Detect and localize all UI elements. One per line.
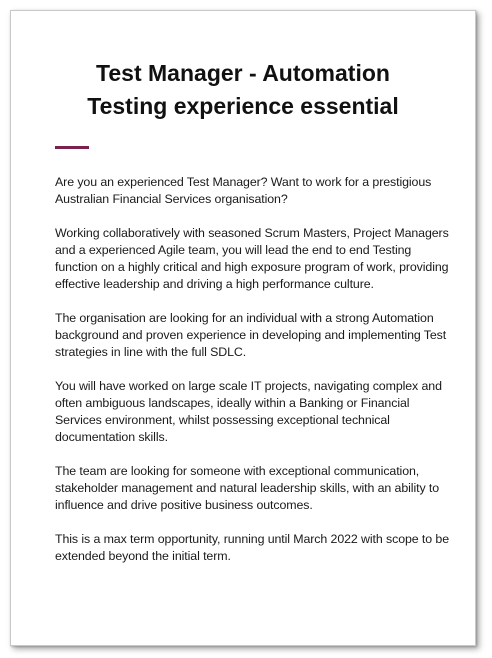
paragraph-skills: The team are looking for someone with ex… bbox=[55, 464, 440, 512]
job-title: Test Manager - Automation Testing experi… bbox=[11, 57, 475, 123]
paragraph-requirements: The organisation are looking for an indi… bbox=[55, 311, 447, 359]
job-description: Are you an experienced Test Manager? Wan… bbox=[55, 174, 455, 608]
paragraph-intro: Are you an experienced Test Manager? Wan… bbox=[55, 175, 432, 206]
accent-divider bbox=[55, 146, 89, 149]
paragraph-experience: You will have worked on large scale IT p… bbox=[55, 379, 442, 444]
paragraph-term: This is a max term opportunity, running … bbox=[55, 532, 449, 563]
paragraph-team: Working collaboratively with seasoned Sc… bbox=[55, 226, 449, 291]
job-title-line-1: Test Manager - Automation bbox=[96, 60, 390, 86]
job-title-line-2: Testing experience essential bbox=[87, 93, 399, 119]
job-ad-card: Test Manager - Automation Testing experi… bbox=[10, 10, 476, 646]
